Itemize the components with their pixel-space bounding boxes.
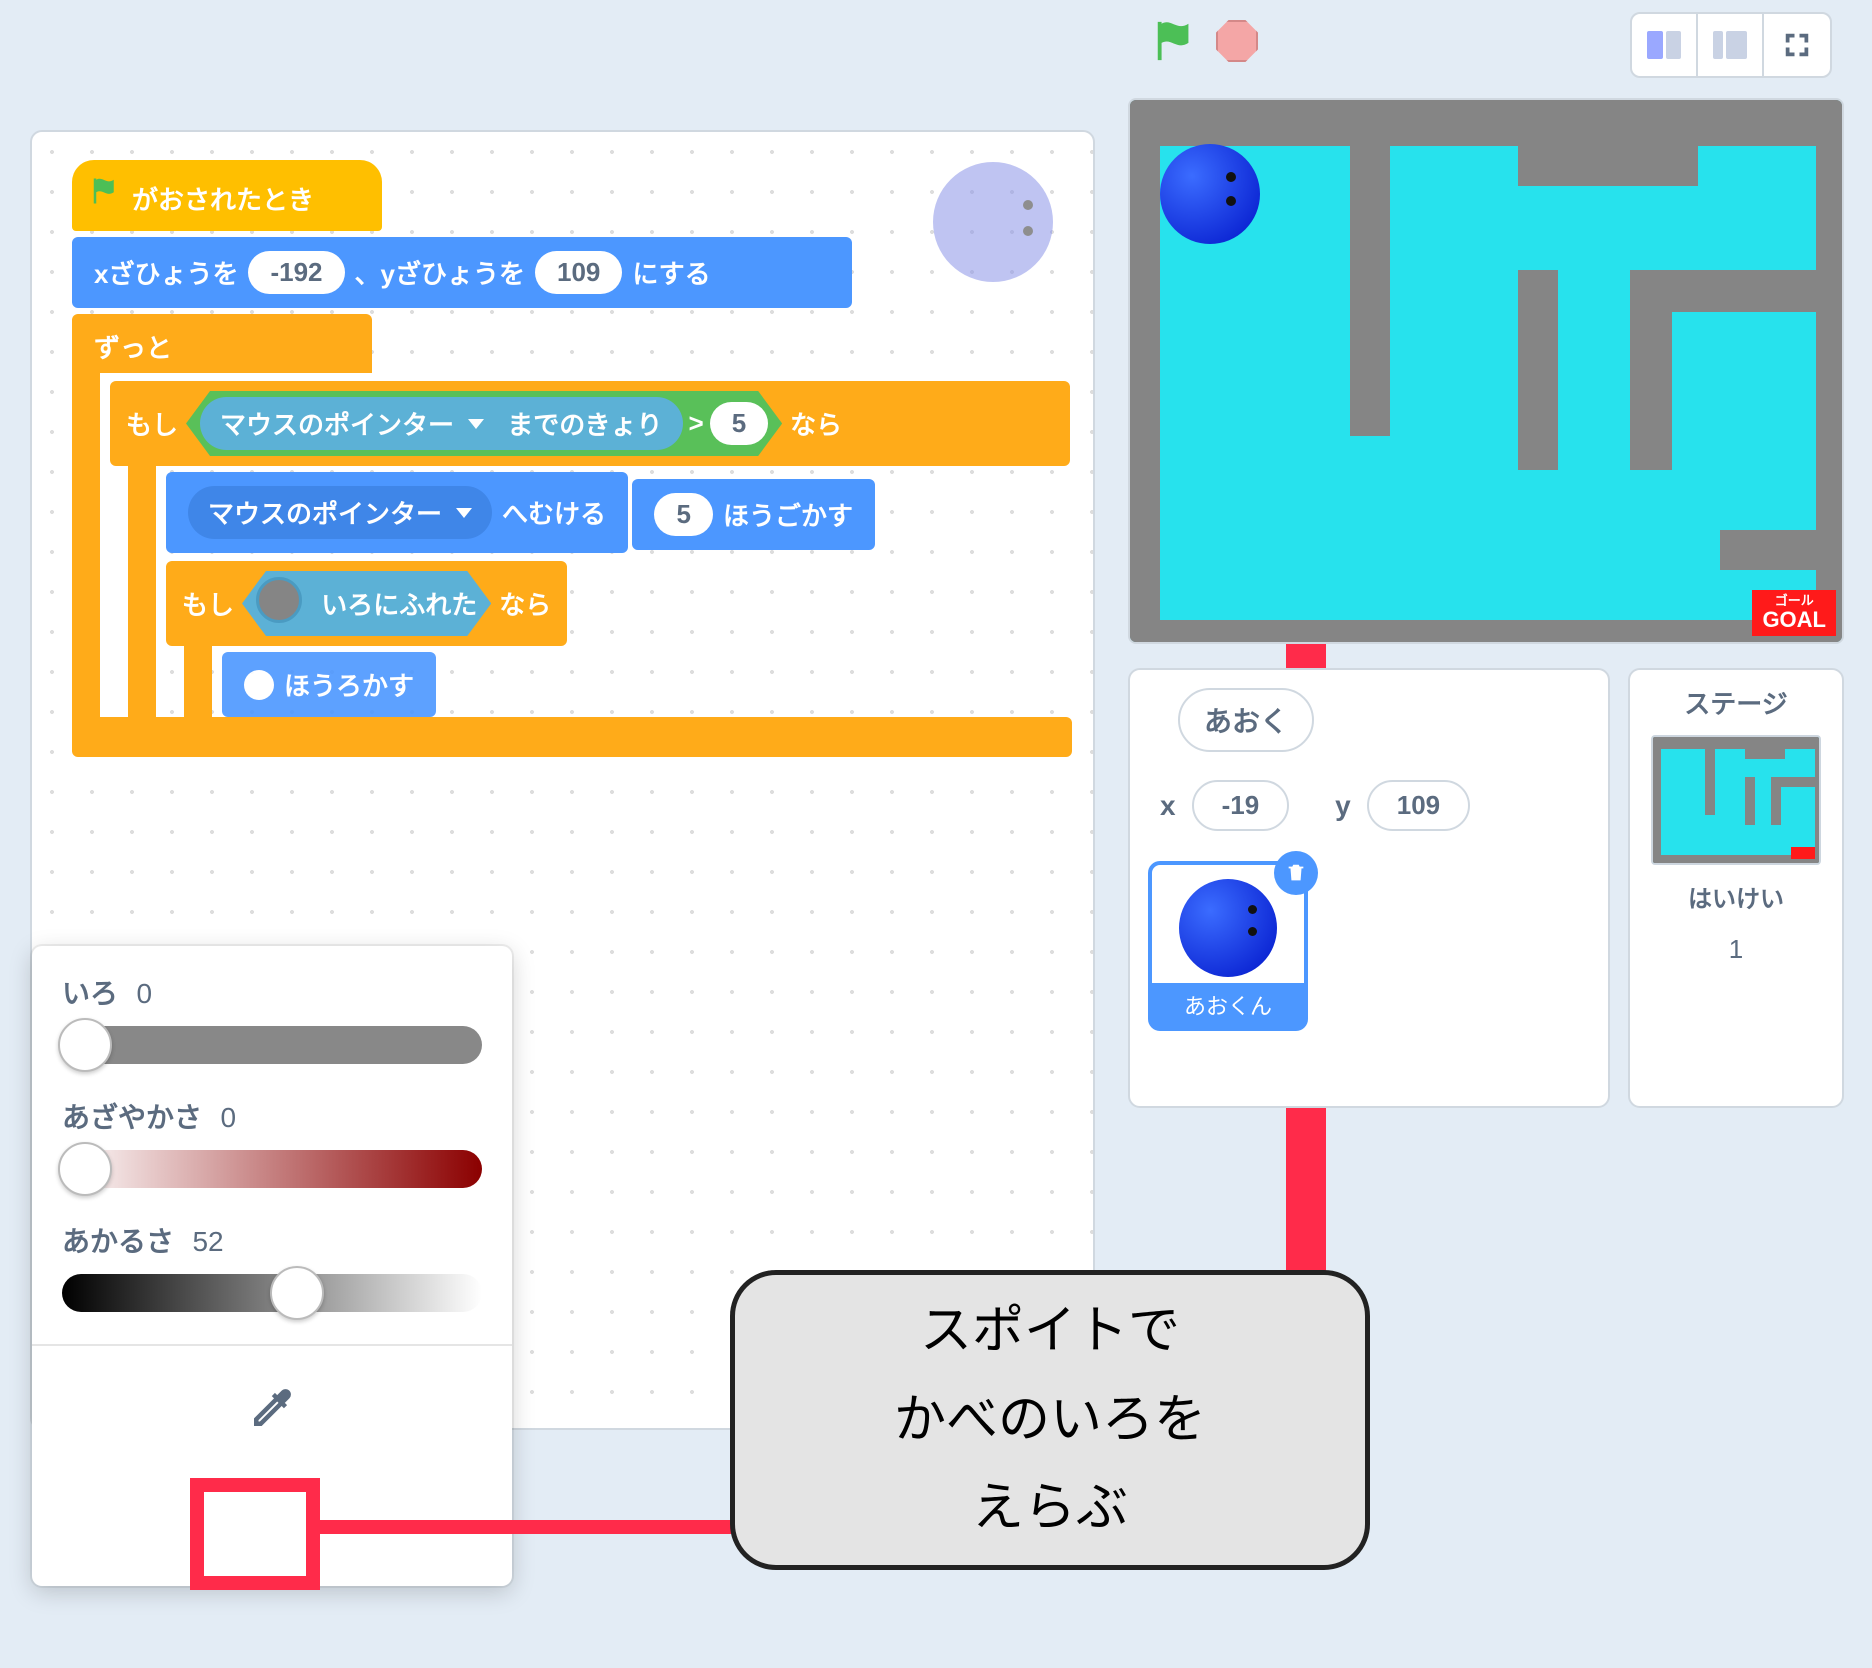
sprite-info-panel: あおく x -19 y 109 あおくん: [1128, 668, 1610, 1108]
saturation-slider[interactable]: [62, 1150, 482, 1188]
stop-button[interactable]: [1216, 20, 1258, 62]
point-towards-block[interactable]: マウスのポインター へむける: [166, 472, 628, 553]
fullscreen-button[interactable]: [1764, 14, 1830, 76]
saturation-thumb[interactable]: [58, 1142, 112, 1196]
brightness-thumb[interactable]: [270, 1266, 324, 1320]
stage-panel-title: ステージ: [1644, 684, 1828, 721]
sprite-thumb: [1179, 879, 1277, 977]
sprite-name-input[interactable]: あおく: [1178, 688, 1314, 752]
large-stage-button[interactable]: [1698, 14, 1764, 76]
color-swatch[interactable]: [256, 577, 302, 623]
when-flag-clicked-block[interactable]: がおされたとき: [72, 160, 382, 231]
sprite-y-input[interactable]: 109: [1367, 780, 1470, 831]
hue-slider[interactable]: [62, 1026, 482, 1064]
trash-icon: [1285, 862, 1307, 884]
hue-label: いろ: [62, 978, 118, 1009]
brightness-value: 52: [192, 1226, 223, 1257]
gt-operator[interactable]: マウスのポインター までのきょり > 5: [186, 391, 782, 456]
sprite-list-item[interactable]: あおくん: [1148, 861, 1308, 1031]
divider: [32, 1344, 512, 1346]
eyedropper-button[interactable]: [220, 1362, 324, 1454]
code-stack: がおされたとき xざひょうを -192 、yざひょうを 109 にする ずっと …: [72, 160, 1093, 757]
delete-sprite-button[interactable]: [1274, 851, 1318, 895]
sprite-x-input[interactable]: -19: [1192, 780, 1290, 831]
annotation-line: [318, 1520, 731, 1534]
chevron-down-icon[interactable]: [468, 419, 484, 429]
hat-label: がおされたとき: [132, 185, 314, 215]
stage[interactable]: ゴール GOAL: [1128, 98, 1844, 644]
distance-to-reporter[interactable]: マウスのポインター までのきょり: [200, 397, 682, 450]
go-button[interactable]: [1152, 18, 1198, 64]
goto-xy-block[interactable]: xざひょうを -192 、yざひょうを 109 にする: [72, 237, 852, 308]
small-stage-button[interactable]: [1632, 14, 1698, 76]
move-steps-input[interactable]: 5: [654, 493, 712, 536]
goal-tag: ゴール GOAL: [1752, 590, 1836, 636]
hue-thumb[interactable]: [58, 1018, 112, 1072]
point-towards-menu[interactable]: マウスのポインター: [188, 486, 492, 539]
goto-x-input[interactable]: -192: [248, 251, 344, 294]
view-mode-buttons: [1630, 12, 1832, 78]
green-flag-icon: [90, 176, 120, 206]
touching-color-reporter[interactable]: いろにふれた: [242, 571, 491, 636]
backdrop-count: 1: [1644, 934, 1828, 965]
if-touching-color-block[interactable]: もし いろにふれた なら: [166, 561, 567, 646]
saturation-value: 0: [220, 1102, 236, 1133]
if-distance-block[interactable]: もし マウスのポインター までのきょり > 5 なら: [110, 381, 1070, 466]
brightness-label: あかるさ: [62, 1226, 174, 1257]
move-steps-block[interactable]: 5 ほうごかす: [632, 479, 874, 550]
partial-block[interactable]: ほうろかす: [222, 652, 436, 717]
chevron-down-icon[interactable]: [456, 508, 472, 518]
hue-value: 0: [136, 978, 152, 1009]
sprite-item-label: あおくん: [1152, 983, 1304, 1027]
stage-controls: [1152, 18, 1258, 64]
ball-sprite[interactable]: [1160, 144, 1260, 244]
goto-y-input[interactable]: 109: [535, 251, 622, 294]
brightness-slider[interactable]: [62, 1274, 482, 1312]
saturation-label: あざやかさ: [62, 1102, 202, 1133]
color-picker-popup: いろ 0 あざやかさ 0 あかるさ 52: [32, 946, 512, 1586]
backdrop-thumb[interactable]: [1651, 735, 1821, 865]
gt-value-input[interactable]: 5: [710, 402, 768, 445]
forever-block[interactable]: ずっと: [72, 314, 372, 373]
backdrop-label: はいけい: [1644, 879, 1828, 914]
forever-foot: [72, 717, 1072, 757]
instruction-callout: スポイトで かべのいろを えらぶ: [730, 1270, 1370, 1570]
stage-panel: ステージ はいけい 1: [1628, 668, 1844, 1108]
eyedropper-icon: [245, 1381, 299, 1435]
